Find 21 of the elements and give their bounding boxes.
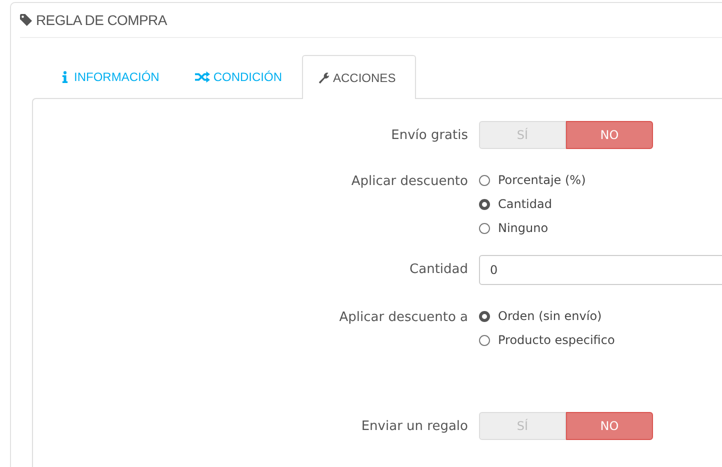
tag-icon [20, 14, 32, 26]
field-label: Enviar un regalo [360, 418, 468, 436]
radio-label[interactable]: Ninguno [498, 221, 548, 235]
tab[interactable]: ACCIONES [302, 55, 416, 99]
radio-button[interactable] [479, 310, 490, 322]
radio-button[interactable] [479, 198, 490, 210]
field-label: Aplicar descuento [350, 173, 468, 191]
radio-button[interactable] [479, 334, 490, 346]
radio-label[interactable]: Orden (sin envío) [498, 309, 602, 323]
radio-label[interactable]: Producto especifico [498, 333, 615, 347]
radio-button[interactable] [479, 174, 490, 186]
field-label: Aplicar descuento a [338, 309, 468, 327]
radio-label[interactable]: Porcentaje (%) [498, 173, 586, 187]
radio-label[interactable]: Cantidad [498, 197, 552, 211]
field-label: Cantidad [408, 261, 468, 279]
panel-title: REGLA DE COMPRA [36, 12, 167, 28]
wrench-icon [318, 72, 330, 84]
radio-button[interactable] [479, 222, 490, 234]
shuffle-icon [195, 70, 210, 82]
field-label: Envío gratis [390, 127, 468, 145]
input-field[interactable]: 0 [479, 255, 722, 285]
